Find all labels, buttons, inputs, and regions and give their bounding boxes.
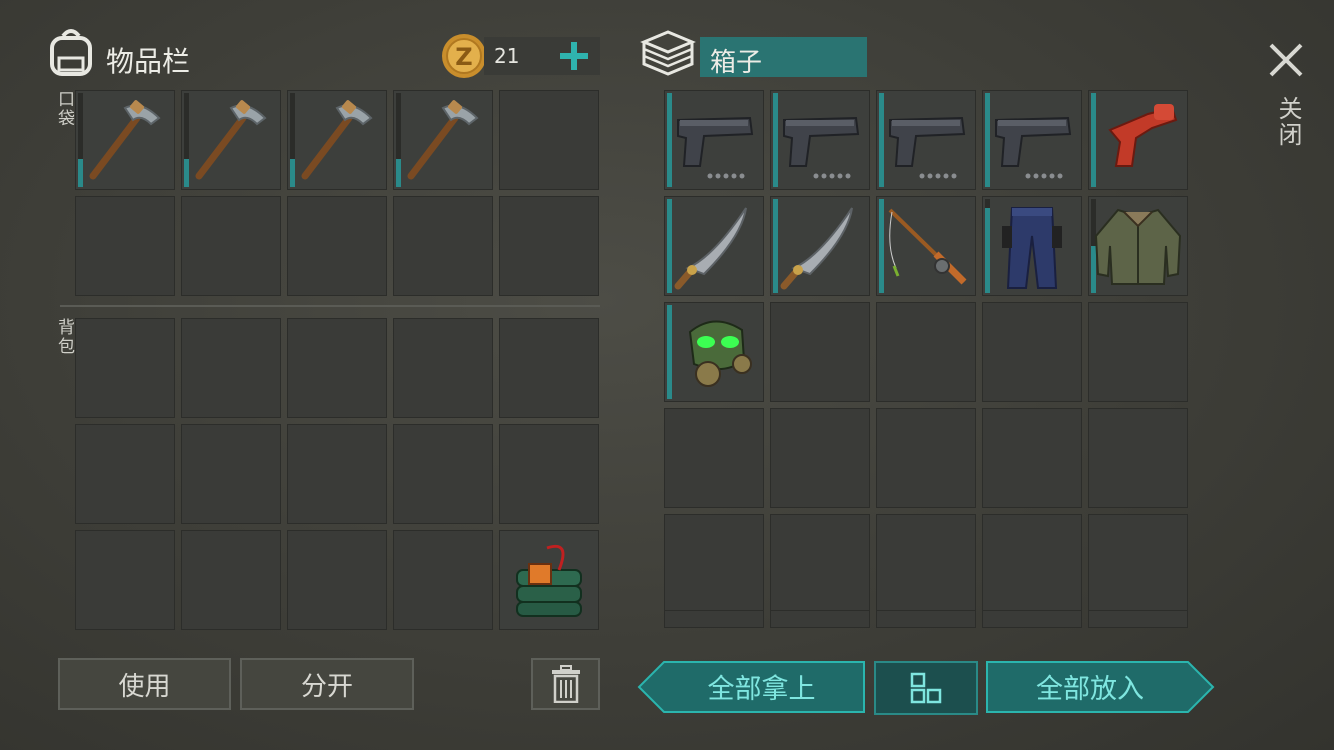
item-slot-machete[interactable] <box>770 196 870 296</box>
pocket-label: 口袋 <box>54 90 74 128</box>
item-slot-machete[interactable] <box>664 196 764 296</box>
empty-slot[interactable] <box>499 90 599 190</box>
section-divider <box>60 305 600 307</box>
sort-button[interactable] <box>874 661 978 715</box>
item-slot-pickaxe[interactable] <box>181 90 281 190</box>
close-button[interactable]: 关闭 <box>1262 36 1310 160</box>
empty-slot[interactable] <box>1088 610 1188 628</box>
empty-slot[interactable] <box>287 424 387 524</box>
empty-slot[interactable] <box>664 514 764 614</box>
pickaxe-icon <box>89 100 161 180</box>
item-slot-pickaxe[interactable] <box>287 90 387 190</box>
gas-mask-icon <box>688 320 752 387</box>
item-slot-jeans[interactable] <box>982 196 1082 296</box>
empty-slot[interactable] <box>982 408 1082 508</box>
empty-slot[interactable] <box>1088 408 1188 508</box>
empty-slot[interactable] <box>393 196 493 296</box>
empty-slot[interactable] <box>393 424 493 524</box>
trash-button[interactable] <box>531 658 600 710</box>
empty-slot[interactable] <box>982 610 1082 628</box>
item-slot-pickaxe[interactable] <box>393 90 493 190</box>
use-button[interactable]: 使用 <box>58 658 231 710</box>
add-coins-button[interactable] <box>556 38 592 74</box>
pickaxe-icon <box>301 100 373 180</box>
take-all-label: 全部拿上 <box>707 673 816 705</box>
put-all-label: 全部放入 <box>1036 673 1144 705</box>
split-button[interactable]: 分开 <box>240 658 414 710</box>
put-all-button[interactable]: 全部放入 <box>985 660 1215 713</box>
box-icon <box>640 28 696 78</box>
empty-slot[interactable] <box>287 196 387 296</box>
item-slot-pistol[interactable] <box>982 90 1082 190</box>
flare-gun-icon <box>1108 104 1178 167</box>
sort-grid-icon <box>910 672 942 704</box>
empty-slot[interactable] <box>876 302 976 402</box>
empty-slot[interactable] <box>770 610 870 628</box>
machete-icon <box>674 207 747 290</box>
empty-slot[interactable] <box>75 318 175 418</box>
item-slot-pistol[interactable] <box>876 90 976 190</box>
item-slot-flare-gun[interactable] <box>1088 90 1188 190</box>
empty-slot[interactable] <box>499 424 599 524</box>
item-slot-pickaxe[interactable] <box>75 90 175 190</box>
empty-slot[interactable] <box>499 318 599 418</box>
empty-slot[interactable] <box>75 530 175 630</box>
coin-count: 21 <box>494 44 520 68</box>
empty-slot[interactable] <box>876 514 976 614</box>
empty-slot[interactable] <box>393 318 493 418</box>
pistol-icon <box>677 116 754 179</box>
box-title: 箱子 <box>710 48 763 78</box>
empty-slot[interactable] <box>75 196 175 296</box>
empty-slot[interactable] <box>770 514 870 614</box>
empty-slot[interactable] <box>770 408 870 508</box>
item-slot-pistol[interactable] <box>664 90 764 190</box>
empty-slot[interactable] <box>982 302 1082 402</box>
svg-text:Z: Z <box>455 43 472 71</box>
empty-slot[interactable] <box>1088 514 1188 614</box>
jeans-icon <box>1002 207 1062 289</box>
pickaxe-icon <box>195 100 267 180</box>
empty-slot[interactable] <box>664 408 764 508</box>
backpack-label: 背包 <box>54 318 74 356</box>
inventory-title: 物品栏 <box>106 45 191 78</box>
pistol-icon <box>995 116 1072 179</box>
item-slot-pistol[interactable] <box>770 90 870 190</box>
backpack-icon <box>46 26 96 78</box>
jacket-icon <box>1094 208 1182 285</box>
close-label: 关闭 <box>1274 96 1302 148</box>
coin-icon: Z <box>440 32 488 80</box>
machete-icon <box>780 207 853 290</box>
empty-slot[interactable] <box>1088 302 1188 402</box>
empty-slot[interactable] <box>181 424 281 524</box>
item-slot-gas-mask[interactable] <box>664 302 764 402</box>
empty-slot[interactable] <box>393 530 493 630</box>
empty-slot[interactable] <box>876 408 976 508</box>
empty-slot[interactable] <box>287 530 387 630</box>
fishing-rod-icon <box>888 208 967 285</box>
empty-slot[interactable] <box>181 196 281 296</box>
close-icon <box>1269 43 1303 77</box>
empty-slot[interactable] <box>664 610 764 628</box>
empty-slot[interactable] <box>181 530 281 630</box>
empty-slot[interactable] <box>982 514 1082 614</box>
empty-slot[interactable] <box>287 318 387 418</box>
c4-explosive-icon <box>516 544 582 617</box>
empty-slot[interactable] <box>499 196 599 296</box>
empty-slot[interactable] <box>770 302 870 402</box>
pickaxe-icon <box>407 100 479 180</box>
empty-slot[interactable] <box>181 318 281 418</box>
pistol-icon <box>783 116 860 179</box>
empty-slot[interactable] <box>75 424 175 524</box>
pistol-icon <box>889 116 966 179</box>
item-slot-jacket[interactable] <box>1088 196 1188 296</box>
plus-icon <box>560 42 588 70</box>
empty-slot[interactable] <box>876 610 976 628</box>
take-all-button[interactable]: 全部拿上 <box>637 660 866 713</box>
item-slot-c4-explosive[interactable] <box>499 530 599 630</box>
item-slot-fishing-rod[interactable] <box>876 196 976 296</box>
trash-icon <box>551 665 580 703</box>
